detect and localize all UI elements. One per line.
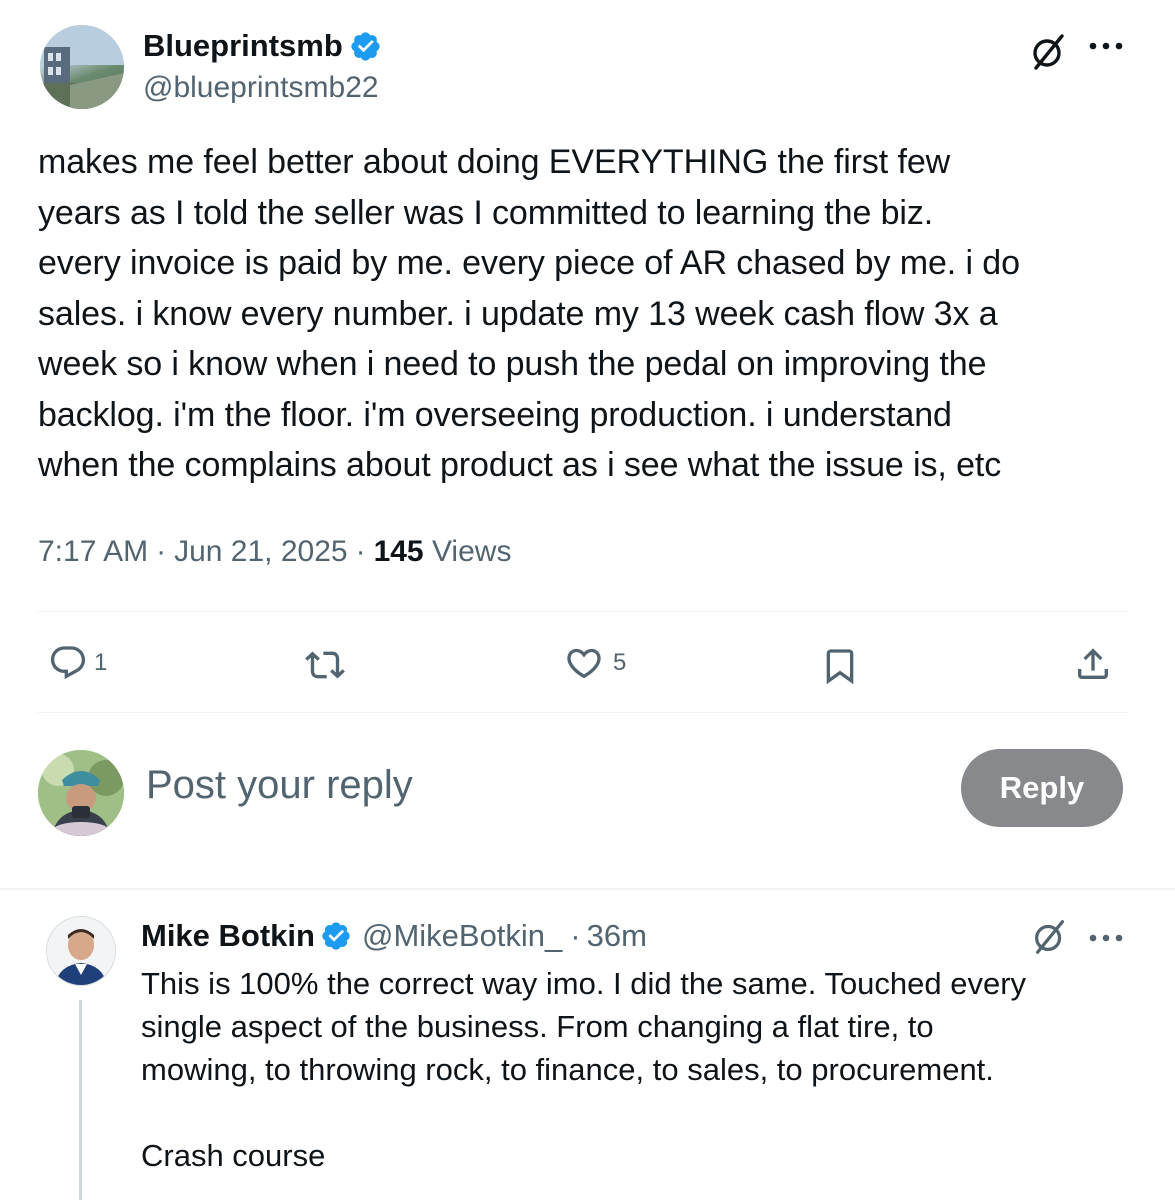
reply-author-handle[interactable]: @MikeBotkin_: [362, 918, 562, 954]
post-text-line: sales. i know every number. i update my …: [38, 294, 998, 333]
like-icon: [563, 643, 605, 683]
retweet-icon: [304, 645, 346, 685]
views-label: Views: [431, 535, 512, 568]
reply-time[interactable]: 36m: [587, 918, 647, 954]
author-avatar[interactable]: [40, 25, 124, 109]
post-text-line: every invoice is paid by me. every piece…: [38, 244, 1020, 282]
retweet-action-button[interactable]: [304, 645, 346, 685]
reply-icon: [48, 643, 88, 683]
share-icon: [1073, 643, 1113, 685]
bookmark-icon: [820, 645, 860, 687]
reply-author-name[interactable]: Mike Botkin: [141, 918, 315, 954]
reply-author-avatar[interactable]: [46, 916, 116, 986]
verified-badge-icon: [320, 920, 352, 952]
like-action-button[interactable]: 5: [563, 643, 626, 683]
author-handle[interactable]: @blueprintsmb22: [143, 71, 379, 105]
post-text-line: years as I told the seller was I committ…: [38, 193, 934, 232]
post-text-line: when the complains about product as i se…: [38, 446, 1002, 484]
post-time[interactable]: 7:17 AM: [38, 535, 148, 569]
reply-text-line: Crash course: [141, 1138, 326, 1173]
reply-text-line: This is 100% the correct way imo. I did …: [141, 966, 1027, 1001]
author-name[interactable]: Blueprintsmb: [143, 28, 343, 64]
post-text-line: backlog. i'm the floor. i'm overseeing p…: [38, 395, 952, 434]
like-count: 5: [613, 649, 627, 676]
post-meta: 7:17 AM · Jun 21, 2025 · 145 Views: [38, 535, 511, 569]
section-divider: [0, 888, 1175, 890]
views-count: 145: [373, 535, 424, 568]
reply-count: 1: [94, 649, 108, 676]
more-icon[interactable]: [1088, 932, 1124, 944]
user-avatar[interactable]: [38, 750, 124, 836]
more-icon[interactable]: [1088, 40, 1124, 52]
meta-separator: ·: [570, 918, 581, 953]
divider: [38, 712, 1128, 713]
thread-line: [79, 1000, 82, 1200]
reply-button[interactable]: Reply: [961, 749, 1123, 827]
reply-action-button[interactable]: 1: [48, 643, 107, 683]
verified-badge-icon: [349, 30, 382, 63]
bookmark-action-button[interactable]: [820, 645, 860, 687]
meta-separator: ·: [156, 535, 167, 568]
reply-button-label: Reply: [999, 770, 1085, 805]
divider: [38, 611, 1128, 612]
reply-text-line: single aspect of the business. From chan…: [141, 1009, 934, 1044]
meta-separator: ·: [355, 535, 366, 568]
reply-text: This is 100% the correct way imo. I did …: [141, 962, 1151, 1177]
post-date[interactable]: Jun 21, 2025: [174, 535, 347, 569]
post-text-line: makes me feel better about doing EVERYTH…: [38, 143, 951, 181]
reply-input[interactable]: Post your reply: [146, 763, 413, 808]
post-text-line: week so i know when i need to push the p…: [38, 345, 987, 383]
reply-text-line: mowing, to throwing rock, to finance, to…: [141, 1052, 994, 1087]
post-text: makes me feel better about doing EVERYTH…: [38, 137, 1148, 491]
grok-icon[interactable]: [1027, 30, 1071, 74]
grok-icon[interactable]: [1029, 916, 1071, 958]
share-action-button[interactable]: [1073, 643, 1113, 685]
